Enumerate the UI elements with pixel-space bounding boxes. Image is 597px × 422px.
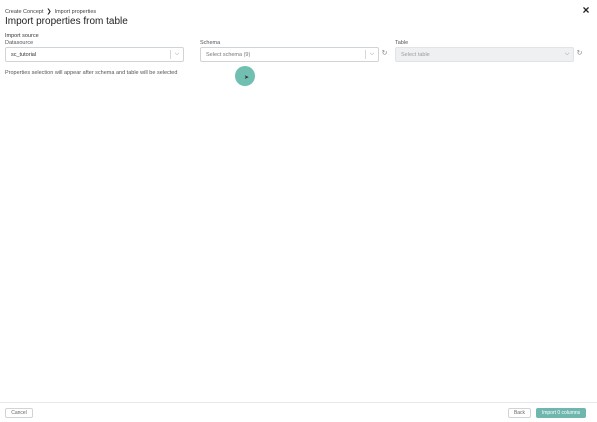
schema-select[interactable]: Select schema (9) ⌵ bbox=[200, 47, 379, 62]
chevron-right-icon: ❯ bbox=[46, 9, 52, 15]
import-columns-button[interactable]: Import 0 columns bbox=[536, 408, 586, 418]
table-label: Table bbox=[395, 40, 409, 46]
properties-hint: Properties selection will appear after s… bbox=[5, 70, 178, 76]
datasource-label: Datasource bbox=[5, 40, 34, 46]
chevron-down-icon[interactable]: ⌵ bbox=[171, 51, 183, 58]
schema-placeholder: Select schema (9) bbox=[206, 51, 251, 58]
refresh-table-icon[interactable]: ↻ bbox=[576, 50, 583, 57]
back-button[interactable]: Back bbox=[508, 408, 531, 418]
import-source-title: Import source bbox=[5, 33, 39, 39]
table-placeholder: Select table bbox=[401, 51, 430, 58]
cancel-button[interactable]: Cancel bbox=[5, 408, 33, 418]
refresh-schema-icon[interactable]: ↻ bbox=[381, 50, 388, 57]
schema-label: Schema bbox=[200, 40, 221, 46]
chevron-down-icon[interactable]: ⌵ bbox=[366, 51, 378, 58]
datasource-value: sc_tutorial bbox=[11, 51, 37, 58]
table-select: Select table ⌵ bbox=[395, 47, 574, 62]
breadcrumb: Create Concept ❯ Import properties bbox=[5, 8, 97, 16]
chevron-down-icon: ⌵ bbox=[564, 51, 570, 57]
datasource-select[interactable]: sc_tutorial ⌵ bbox=[5, 47, 184, 62]
cursor-highlight: ➤ bbox=[235, 66, 255, 86]
page-title: Import properties from table bbox=[5, 16, 128, 27]
footer: Cancel Back Import 0 columns bbox=[0, 402, 597, 422]
mouse-pointer-icon: ➤ bbox=[244, 75, 250, 81]
breadcrumb-item-import-properties: Import properties bbox=[54, 8, 97, 15]
breadcrumb-item-create-concept[interactable]: Create Concept bbox=[5, 9, 44, 15]
close-icon[interactable]: × bbox=[580, 4, 592, 16]
